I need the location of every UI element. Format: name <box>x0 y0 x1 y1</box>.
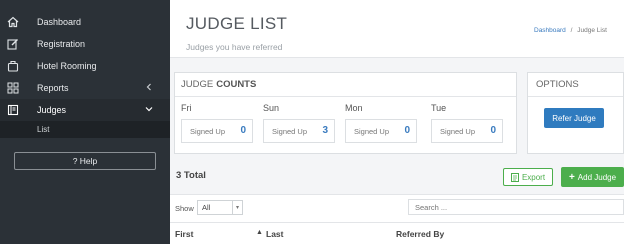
sidebar-item-registration[interactable]: Registration <box>0 33 170 55</box>
sidebar-item-label: Dashboard <box>37 17 82 27</box>
suitcase-icon <box>6 59 20 73</box>
page-title: JUDGE LIST <box>186 14 288 33</box>
day-count-value: 0 <box>240 125 246 136</box>
sidebar-item-dashboard[interactable]: Dashboard <box>0 11 170 33</box>
day-count-label: Signed Up <box>190 126 226 136</box>
judges-table: Show All ▾ First ▲ Last Referred By <box>170 194 624 244</box>
sidebar-item-label: Judges <box>37 105 67 115</box>
file-export-icon <box>510 172 519 182</box>
show-entries-value: All <box>202 203 211 212</box>
show-entries-select[interactable]: All ▾ <box>197 200 243 215</box>
table-header-row: First ▲ Last Referred By <box>170 222 624 244</box>
day-name: Tue <box>431 103 447 113</box>
column-header-referred-by[interactable]: Referred By <box>396 229 444 239</box>
sidebar-item-label: Hotel Rooming <box>37 61 97 71</box>
day-count-fri: Fri Signed Up 0 <box>181 103 259 143</box>
column-header-first[interactable]: First <box>175 229 193 239</box>
sidebar-item-label: Reports <box>37 83 69 93</box>
sidebar: Dashboard Registration Hotel Rooming Rep… <box>0 0 170 244</box>
day-name: Sun <box>263 103 280 113</box>
sidebar-subitem-list[interactable]: List <box>0 121 170 138</box>
day-count-label: Signed Up <box>354 126 390 136</box>
day-count-tue: Tue Signed Up 0 <box>431 103 509 143</box>
book-icon <box>6 103 20 117</box>
day-count-box: Signed Up 0 <box>431 119 503 143</box>
options-header: OPTIONS <box>528 73 623 97</box>
day-count-value: 0 <box>490 125 496 136</box>
day-name: Fri <box>181 103 192 113</box>
day-count-sun: Sun Signed Up 3 <box>263 103 341 143</box>
chevron-down-icon <box>145 107 153 112</box>
judge-counts-panel: JUDGE COUNTS Fri Signed Up 0 Sun Signed … <box>174 72 517 154</box>
page-subtitle: Judges you have referred <box>186 42 283 52</box>
day-count-box: Signed Up 3 <box>263 119 335 143</box>
show-entries-label: Show <box>175 204 194 213</box>
refer-judge-button[interactable]: Refer Judge <box>544 108 604 128</box>
sidebar-item-hotel-rooming[interactable]: Hotel Rooming <box>0 55 170 77</box>
judge-counts-title-prefix: JUDGE <box>181 79 214 90</box>
options-panel: OPTIONS Refer Judge <box>527 72 624 154</box>
day-count-box: Signed Up 0 <box>345 119 417 143</box>
breadcrumb: Dashboard / Judge List <box>534 27 607 34</box>
page-header: JUDGE LIST Judges you have referred Dash… <box>170 0 624 58</box>
chevron-down-icon: ▾ <box>232 201 242 214</box>
main-content: JUDGE LIST Judges you have referred Dash… <box>170 0 624 244</box>
day-count-mon: Mon Signed Up 0 <box>345 103 423 143</box>
chevron-left-icon <box>146 83 151 91</box>
column-header-last[interactable]: Last <box>266 229 283 239</box>
total-count: 3 Total <box>176 170 206 181</box>
help-button[interactable]: ? Help <box>14 152 156 170</box>
breadcrumb-current: Judge List <box>577 27 607 34</box>
add-judge-label: Add Judge <box>577 172 617 182</box>
sidebar-item-judges[interactable]: Judges <box>0 99 170 121</box>
sidebar-item-label: Registration <box>37 39 86 49</box>
sidebar-item-reports[interactable]: Reports <box>0 77 170 99</box>
day-count-value: 3 <box>322 125 328 136</box>
judge-counts-header: JUDGE COUNTS <box>175 73 516 97</box>
sort-icon: ▲ <box>256 229 263 236</box>
day-name: Mon <box>345 103 363 113</box>
breadcrumb-home-link[interactable]: Dashboard <box>534 27 566 34</box>
day-count-label: Signed Up <box>440 126 476 136</box>
search-input[interactable] <box>408 199 624 215</box>
plus-icon: + <box>568 171 575 183</box>
day-count-box: Signed Up 0 <box>181 119 253 143</box>
edit-icon <box>6 37 20 51</box>
judge-counts-title-bold: COUNTS <box>216 79 257 90</box>
day-count-label: Signed Up <box>272 126 308 136</box>
sidebar-subitem-label: List <box>37 125 50 134</box>
export-button[interactable]: Export <box>503 168 553 186</box>
home-icon <box>6 15 20 29</box>
day-count-value: 0 <box>404 125 410 136</box>
grid-icon <box>6 81 20 95</box>
export-label: Export <box>521 172 546 182</box>
add-judge-button[interactable]: + Add Judge <box>561 167 624 187</box>
breadcrumb-separator: / <box>570 27 573 34</box>
